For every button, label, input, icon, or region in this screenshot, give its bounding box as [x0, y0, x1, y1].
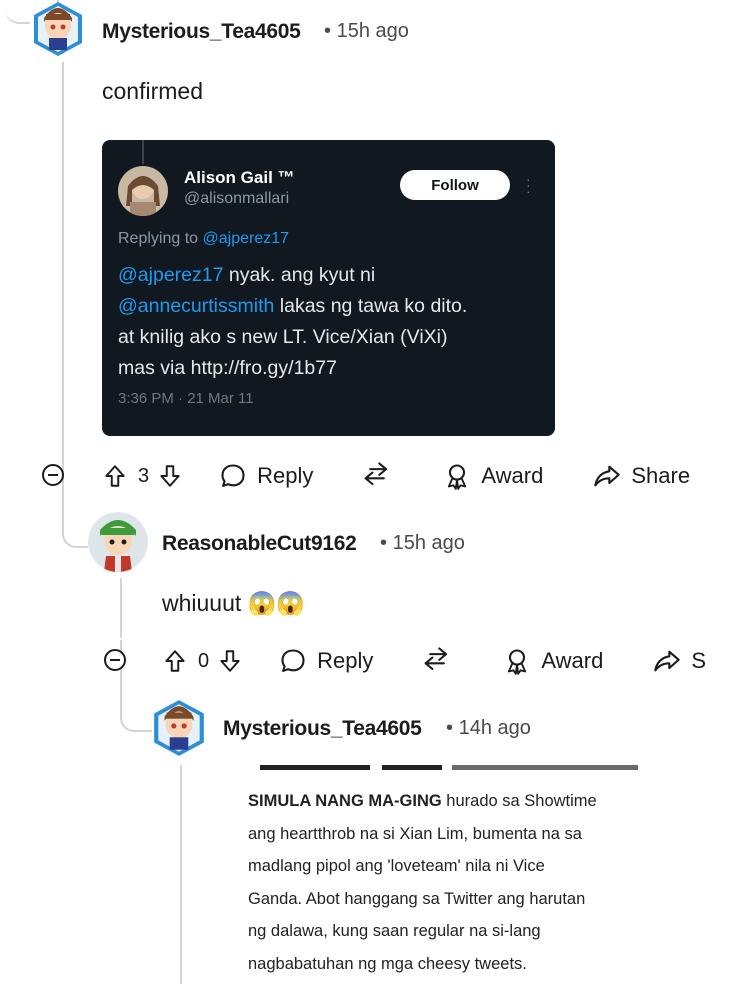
tweet-screenshot: Alison Gail ™ @alisonmallari Follow · · · … [102, 140, 555, 436]
award-button[interactable]: Award [503, 647, 603, 675]
crosspost-icon [364, 462, 388, 486]
minus-circle-icon [104, 649, 126, 671]
reply-button[interactable]: Reply [279, 647, 373, 675]
crosspost-button[interactable] [361, 462, 393, 490]
award-icon [508, 649, 527, 675]
minus-circle-icon [42, 464, 64, 486]
tweet-author-handle: @alisonmallari [184, 190, 290, 207]
upvote-arrow-icon [105, 465, 125, 487]
thread-line [120, 578, 122, 638]
downvote-button[interactable] [157, 463, 183, 489]
comment-meta: • 15h ago [380, 532, 465, 555]
tweet-avatar [118, 166, 168, 216]
comment-username[interactable]: Mysterious_Tea4605 [223, 717, 422, 741]
share-label: S [691, 648, 707, 673]
share-arrow-icon [654, 650, 681, 672]
thread-line [62, 62, 64, 454]
share-arrow-icon [594, 465, 621, 487]
tweet-mention: @annecurtissmith [118, 295, 275, 317]
comment-username[interactable]: Mysterious_Tea4605 [102, 20, 301, 44]
reply-label: Reply [257, 463, 314, 488]
meta-separator: • [380, 532, 388, 554]
downvote-arrow-icon [220, 650, 240, 672]
article-top-strip [260, 765, 370, 770]
reply-bubble-icon [221, 464, 245, 487]
tweet-line: mas via http://fro.gy/1b77 [118, 357, 337, 379]
thread-line [180, 765, 182, 984]
tweet-mention: @ajperez17 [118, 264, 224, 286]
vote-count: 3 [138, 464, 150, 487]
share-label: Share [631, 463, 691, 488]
comment-text-content: whiuuut [162, 590, 242, 616]
tweet-thread-line [142, 140, 144, 164]
tweet-line: at knilig ako s new LT. Vice/Xian (ViXi) [118, 326, 448, 348]
tweet-line: lakas ng tawa ko dito. [274, 295, 468, 317]
upvote-button[interactable] [162, 648, 188, 674]
tweet-body: @ajperez17 nyak. ang kyut ni @annecurtis… [118, 260, 548, 384]
meta-separator: • [446, 717, 454, 739]
comment-action-bar: 3 Reply Award Share [102, 456, 690, 496]
comment-meta: • 15h ago [324, 20, 409, 43]
crosspost-icon [424, 647, 448, 671]
collapse-thread-button[interactable] [41, 463, 65, 487]
upvote-button[interactable] [102, 463, 128, 489]
vote-count: 0 [198, 649, 210, 672]
more-dots-icon: · · · [526, 171, 531, 199]
award-label: Award [481, 463, 544, 488]
award-icon [448, 464, 467, 490]
avatar[interactable] [152, 698, 206, 758]
comment-meta: • 14h ago [446, 717, 531, 740]
reply-bubble-icon [281, 649, 305, 672]
thread-curve [120, 680, 152, 732]
comment-time: 15h ago [336, 20, 409, 42]
comment-time: 14h ago [458, 717, 531, 739]
comment-text: confirmed [102, 78, 203, 104]
collapse-thread-button[interactable] [103, 648, 127, 672]
tweet-replying-to: Replying to @ajperez17 [118, 230, 289, 248]
upvote-arrow-icon [165, 650, 185, 672]
reply-label: Reply [317, 648, 374, 673]
reply-button[interactable]: Reply [219, 462, 313, 490]
tweet-timestamp: 3:36 PM · 21 Mar 11 [118, 390, 254, 407]
article-top-strip [382, 765, 442, 770]
comment-time: 15h ago [392, 532, 465, 554]
share-button[interactable]: S [653, 647, 706, 675]
emoji: 😱😱 [247, 590, 305, 616]
article-lead: SIMULA NANG MA-GING [248, 792, 442, 810]
comment-action-bar: 0 Reply Award S [162, 641, 706, 681]
award-label: Award [541, 648, 604, 673]
tweet-line: nyak. ang kyut ni [223, 264, 376, 286]
meta-separator: • [324, 20, 332, 42]
article-top-strip [452, 765, 638, 770]
replying-prefix: Replying to [118, 230, 203, 247]
thread-curve [5, 0, 30, 24]
downvote-button[interactable] [217, 648, 243, 674]
tweet-author-name: Alison Gail ™ [184, 168, 295, 187]
award-button[interactable]: Award [443, 462, 543, 490]
downvote-arrow-icon [160, 465, 180, 487]
avatar[interactable] [88, 512, 148, 572]
article-screenshot: SIMULA NANG MA-GING hurado sa Showtime a… [232, 765, 642, 984]
article-body: hurado sa Showtime ang heartthrob na si … [248, 792, 597, 973]
tweet-follow-button: Follow [400, 170, 510, 200]
avatar[interactable] [32, 0, 84, 58]
thread-curve [62, 494, 88, 548]
article-text: SIMULA NANG MA-GING hurado sa Showtime a… [248, 785, 638, 980]
share-button[interactable]: Share [593, 462, 690, 490]
comment-username[interactable]: ReasonableCut9162 [162, 532, 357, 556]
replying-mention: @ajperez17 [202, 230, 290, 247]
comment-text: whiuuut 😱😱 [162, 590, 305, 617]
crosspost-button[interactable] [421, 647, 453, 675]
